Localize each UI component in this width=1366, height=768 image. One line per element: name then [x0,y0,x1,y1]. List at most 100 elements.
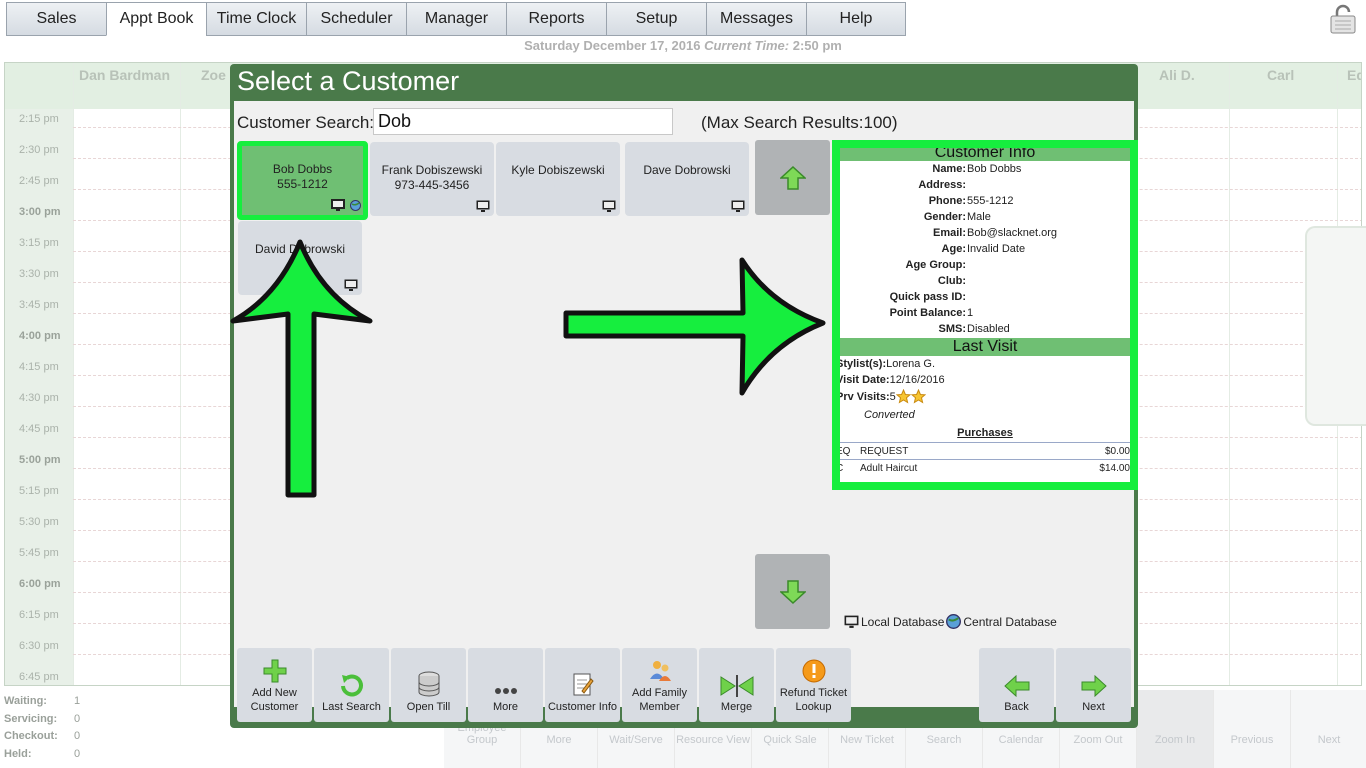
customer-name: Bob Dobbs [272,162,333,176]
tab-sales[interactable]: Sales [6,2,106,36]
field-value [966,273,967,289]
arrow-right-icon [1081,675,1107,697]
customer-name: Frank Dobiszewski [381,163,483,177]
field-value [966,257,967,273]
last-search-button[interactable]: Last Search [314,648,389,722]
tab-scheduler[interactable]: Scheduler [306,2,406,36]
column-ali-d[interactable]: Ali D. [1159,67,1195,83]
scroll-up-button[interactable] [755,140,830,215]
time-slot-label: 6:30 pm [19,640,59,652]
central-database-icon [946,614,962,629]
time-slot-label: 5:00 pm [19,454,61,466]
add-family-member-button[interactable]: Add Family Member [622,648,697,722]
stat-servicing: Servicing: 0 [4,712,81,725]
database-legend: Local Database Central Database [844,614,1057,629]
customer-info-row: Address: [840,177,1130,193]
column-ed[interactable]: Ed [1347,67,1361,83]
customer-info-button[interactable]: Customer Info [545,648,620,722]
time-slot-label: 4:30 pm [19,392,59,404]
field-value: Invalid Date [967,243,1026,255]
time-slot-label: 2:45 pm [19,175,59,187]
date-bar: Saturday December 17, 2016 Current Time:… [0,38,1366,53]
customer-info-row: Age: Invalid Date [840,241,1130,257]
lock-icon[interactable] [1329,4,1357,34]
column-dan-bardman[interactable]: Dan Bardman [79,67,170,83]
previous-visits: Prv Visits: 5 [840,388,1130,406]
open-till-button[interactable]: Open Till [391,648,466,722]
back-button[interactable]: Back [979,648,1054,722]
customer-card-frank-dobiszewski[interactable]: Frank Dobiszewski 973-445-3456 [370,142,494,216]
tab-appt-book[interactable]: Appt Book [106,2,206,36]
purchase-row: C Adult Haircut $14.00 [840,459,1130,476]
local-database-icon [331,199,345,211]
field-value: Male [967,211,991,223]
time-slot-label: 6:00 pm [19,578,61,590]
customer-info-row: Gender: Male [840,209,1130,225]
warning-icon [802,659,825,683]
central-database-icon [350,200,361,211]
tab-help[interactable]: Help [806,2,906,36]
tab-messages[interactable]: Messages [706,2,806,36]
tab-reports[interactable]: Reports [506,2,606,36]
tab-time-clock[interactable]: Time Clock [206,2,306,36]
star-icon [895,389,911,404]
field-label: Club: [937,275,966,287]
bg-previous-button[interactable]: Previous [1214,690,1291,768]
field-value: 555-1212 [967,195,1014,207]
last-visit-stylist: Stylist(s): Lorena G. [836,358,936,370]
customer-phone: 555-1212 [277,177,328,191]
next-button[interactable]: Next [1056,648,1131,722]
refund-ticket-lookup-button[interactable]: Refund Ticket Lookup [776,648,851,722]
customer-card-david-dobrowski[interactable]: David Dobrowski [238,221,362,295]
customer-name: David Dobrowski [254,242,346,256]
field-value: 1 [967,307,974,319]
customer-info-row: SMS: Disabled [840,321,1130,337]
max-search-results: (Max Search Results:100) [701,113,898,132]
time-slot-label: 3:45 pm [19,299,59,311]
customer-name: Kyle Dobiszewski [511,163,605,177]
time-slot-label: 6:45 pm [19,671,59,683]
customer-card-dave-dobrowski[interactable]: Dave Dobrowski [625,142,749,216]
side-panel-background [1305,226,1366,426]
time-slot-label: 6:15 pm [19,609,59,621]
stat-checkout: Checkout: 0 [4,730,81,742]
tab-manager[interactable]: Manager [406,2,506,36]
bg-next-button[interactable]: Next [1291,690,1366,768]
converted-status: Converted [864,409,915,421]
column-carl[interactable]: Carl [1267,67,1294,83]
add-new-customer-button[interactable]: Add New Customer [237,648,312,722]
customer-info-panel: Customer Info Name: Bob Dobbs Address: Phon… [832,140,1138,490]
customer-info-fields: Name: Bob Dobbs Address: Phone: 555-1212 Gend… [840,161,1130,337]
field-value [966,177,967,193]
arrow-left-icon [1003,675,1029,697]
current-time: 2:50 pm [792,38,842,53]
top-nav: Sales Appt Book Time Clock Scheduler Man… [6,2,906,36]
time-slot-label: 5:45 pm [19,547,59,559]
field-label: SMS: [938,323,967,335]
merge-button[interactable]: Merge [699,648,774,722]
customer-info-row: Club: [840,273,1130,289]
more-button[interactable]: More [468,648,543,722]
local-database-icon [844,615,859,628]
tab-setup[interactable]: Setup [606,2,706,36]
scroll-down-button[interactable] [755,554,830,629]
time-slot-label: 2:15 pm [19,113,59,125]
last-visit-header: Last Visit [840,338,1130,356]
family-icon [649,661,671,681]
time-slot-label: 5:30 pm [19,516,59,528]
time-slot-label: 2:30 pm [19,144,59,156]
select-customer-dialog: Select a Customer Customer Search: (Max … [230,64,1138,728]
queue-stats: Waiting: 1 Servicing: 0 Checkout: 0 Held: 0 [4,695,80,765]
stat-waiting: Waiting: 1 [4,695,81,707]
column-zoe[interactable]: Zoe [201,67,226,83]
merge-icon [720,675,753,697]
customer-info-row: Name: Bob Dobbs [840,161,1130,177]
time-slot-label: 3:00 pm [19,206,61,218]
customer-info-row: Point Balance: 1 [840,305,1130,321]
local-database-icon [731,200,745,212]
customer-search-input[interactable] [373,108,673,135]
bg-zoom-in-button[interactable]: Zoom In [1137,690,1214,768]
field-value: Bob Dobbs [967,163,1022,175]
customer-card-kyle-dobiszewski[interactable]: Kyle Dobiszewski [496,142,620,216]
customer-card-bob-dobbs[interactable]: Bob Dobbs 555-1212 [237,141,368,220]
